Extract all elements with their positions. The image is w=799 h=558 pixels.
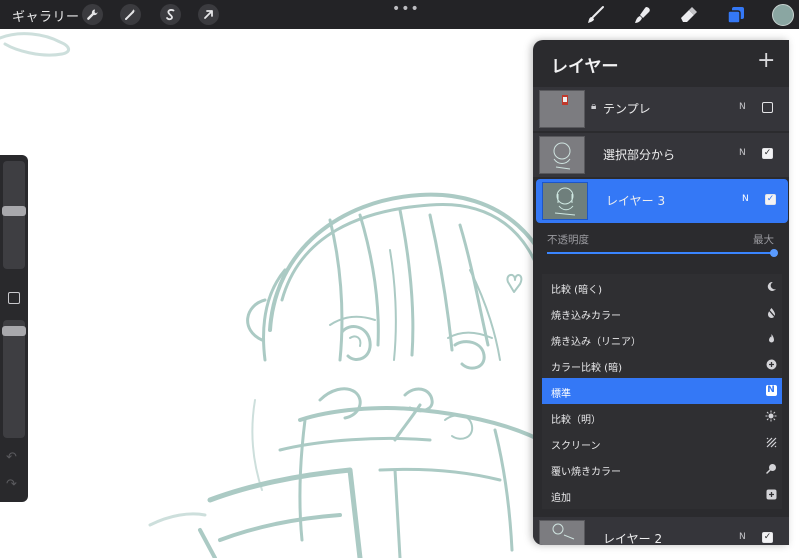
- undo-icon[interactable]: ↶: [6, 450, 17, 465]
- blend-mode-screen[interactable]: スクリーン: [542, 430, 782, 456]
- left-sidebar: ↶ ↷: [0, 155, 28, 502]
- blend-mode-button[interactable]: N: [742, 194, 749, 204]
- layer-thumbnail: [542, 182, 588, 220]
- visibility-checkbox[interactable]: ✓: [765, 194, 776, 205]
- blend-mode-button[interactable]: N: [739, 532, 746, 542]
- flame-icon: [764, 331, 778, 345]
- color-swatch[interactable]: [772, 4, 794, 26]
- blend-mode-label: 焼き込み（リニア）: [551, 337, 641, 348]
- wrench-icon[interactable]: [82, 4, 103, 25]
- blend-mode-darken[interactable]: 比較 (暗く): [542, 274, 782, 300]
- brush-icon[interactable]: [584, 3, 608, 27]
- more-menu-button[interactable]: •••: [392, 1, 420, 17]
- plus-circle-icon: [764, 357, 778, 371]
- blend-mode-button[interactable]: N: [739, 148, 746, 158]
- screen-icon: [764, 435, 778, 449]
- plus-square-icon: [764, 487, 778, 501]
- blend-mode-linear-burn[interactable]: 焼き込み（リニア）: [542, 326, 782, 352]
- magic-wand-icon[interactable]: [120, 4, 141, 25]
- visibility-checkbox[interactable]: ✓: [762, 532, 773, 543]
- blend-mode-label: カラー比較 (暗): [551, 363, 622, 374]
- dodge-icon: [764, 461, 778, 475]
- layer-thumbnail: [539, 520, 585, 545]
- layer-name: レイヤー 3: [606, 194, 666, 208]
- layer-row-layer-3[interactable]: レイヤー 3 N ✓: [536, 179, 788, 223]
- blend-mode-normal[interactable]: 標準 N: [542, 378, 782, 404]
- blend-mode-label: 比較（明）: [551, 415, 601, 426]
- transform-arrow-icon[interactable]: [198, 4, 219, 25]
- visibility-checkbox[interactable]: ✓: [762, 148, 773, 159]
- n-icon: N: [765, 384, 777, 396]
- moon-icon: [764, 279, 778, 293]
- blend-mode-label: 焼き込みカラー: [551, 311, 621, 322]
- layers-panel-title: レイヤー: [551, 57, 619, 77]
- blend-mode-label: 標準: [551, 389, 571, 400]
- blend-mode-label: 追加: [551, 493, 571, 504]
- opacity-knob[interactable]: [770, 249, 778, 257]
- blend-mode-lighten[interactable]: 比較（明）: [542, 404, 782, 430]
- blend-mode-darker-color[interactable]: カラー比較 (暗): [542, 352, 782, 378]
- blend-mode-menu: 比較 (暗く) 焼き込みカラー 焼き込み（リニア） カラー比較 (暗) 標準 N…: [542, 274, 782, 509]
- visibility-checkbox[interactable]: [762, 102, 773, 113]
- modify-button[interactable]: [8, 292, 20, 304]
- opacity-track[interactable]: [547, 252, 774, 254]
- layer-name: テンプレ: [603, 102, 651, 116]
- layer-name: レイヤー 2: [603, 532, 663, 545]
- layer-row-template[interactable]: 🔒︎ テンプレ N: [533, 87, 789, 131]
- blend-mode-label: スクリーン: [551, 441, 601, 452]
- sun-icon: [764, 409, 778, 423]
- opacity-label: 不透明度: [547, 234, 589, 246]
- layer-thumbnail: [539, 90, 585, 128]
- blend-mode-button[interactable]: N: [739, 102, 746, 112]
- opacity-thumb[interactable]: [2, 326, 26, 336]
- layer-row-selection[interactable]: 選択部分から N ✓: [533, 133, 789, 177]
- layers-icon[interactable]: [724, 3, 748, 27]
- smudge-icon[interactable]: [631, 3, 655, 27]
- redo-icon[interactable]: ↷: [6, 477, 17, 492]
- layer-name: 選択部分から: [603, 148, 676, 162]
- layer-row-layer-2[interactable]: レイヤー 2 N ✓: [533, 517, 789, 545]
- blend-mode-add[interactable]: 追加: [542, 482, 782, 508]
- selection-icon[interactable]: [160, 4, 181, 25]
- brush-size-thumb[interactable]: [2, 206, 26, 216]
- blend-mode-color-dodge[interactable]: 覆い焼きカラー: [542, 456, 782, 482]
- blend-mode-label: 覆い焼きカラー: [551, 467, 621, 478]
- brush-size-slider[interactable]: [2, 161, 26, 269]
- lock-icon: 🔒︎: [591, 101, 597, 112]
- add-layer-button[interactable]: +: [757, 48, 775, 73]
- gallery-button[interactable]: ギャラリー: [12, 6, 80, 25]
- layer-thumbnail: [539, 136, 585, 174]
- opacity-value: 最大: [753, 234, 774, 246]
- blend-mode-label: 比較 (暗く): [551, 285, 602, 296]
- blend-mode-color-burn[interactable]: 焼き込みカラー: [542, 300, 782, 326]
- top-toolbar: ギャラリー •••: [0, 0, 799, 29]
- opacity-slider[interactable]: [2, 320, 26, 438]
- eraser-icon[interactable]: [676, 3, 700, 27]
- burn-icon: [764, 305, 778, 319]
